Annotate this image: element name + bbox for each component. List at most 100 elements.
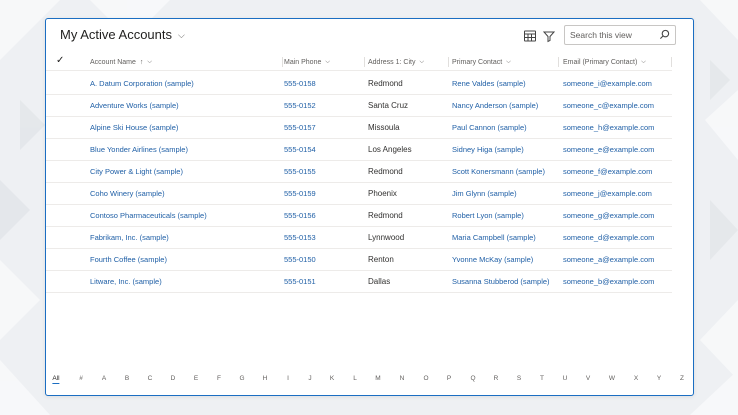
email-link[interactable]: someone_f@example.com <box>563 160 652 182</box>
primary-contact-link[interactable]: Scott Konersmann (sample) <box>452 160 545 182</box>
jump-letter[interactable]: H <box>263 375 268 382</box>
primary-contact-link[interactable]: Maria Campbell (sample) <box>452 226 536 248</box>
table-row[interactable]: Coho Winery (sample) 555-0159 Phoenix Ji… <box>46 182 672 205</box>
chevron-down-icon: ⌵ <box>325 58 330 65</box>
table-row[interactable]: City Power & Light (sample) 555-0155 Red… <box>46 160 672 183</box>
table-row[interactable]: Alpine Ski House (sample) 555-0157 Misso… <box>46 116 672 139</box>
email-link[interactable]: someone_e@example.com <box>563 138 654 160</box>
email-link[interactable]: someone_c@example.com <box>563 94 654 116</box>
primary-contact-link[interactable]: Sidney Higa (sample) <box>452 138 524 160</box>
column-header-primary-contact[interactable]: Primary Contact ⌵ <box>452 54 559 70</box>
column-header-email[interactable]: Email (Primary Contact) ⌵ <box>563 54 672 70</box>
city-value: Dallas <box>368 276 391 286</box>
select-all-checkmark-icon[interactable]: ✓ <box>56 55 64 66</box>
email-link[interactable]: someone_i@example.com <box>563 72 652 94</box>
main-phone-link[interactable]: 555-0150 <box>284 248 316 270</box>
primary-contact-link[interactable]: Yvonne McKay (sample) <box>452 248 533 270</box>
jump-letter[interactable]: D <box>171 375 176 382</box>
primary-contact-link[interactable]: Paul Cannon (sample) <box>452 116 527 138</box>
jump-letter[interactable]: S <box>517 375 521 382</box>
jump-letter[interactable]: Y <box>657 375 661 382</box>
email-link[interactable]: someone_d@example.com <box>563 226 654 248</box>
jump-letter[interactable]: W <box>609 375 615 382</box>
main-phone-link[interactable]: 555-0151 <box>284 270 316 292</box>
jump-letter[interactable]: Q <box>470 375 475 382</box>
chevron-down-icon: ⌵ <box>506 58 511 65</box>
jump-letter[interactable]: M <box>375 375 380 382</box>
table-row[interactable]: Blue Yonder Airlines (sample) 555-0154 L… <box>46 138 672 161</box>
search-input[interactable] <box>568 29 660 41</box>
column-header-account-name[interactable]: Account Name ↑ ⌵ <box>90 54 283 70</box>
jump-letter[interactable]: C <box>148 375 153 382</box>
email-link[interactable]: someone_b@example.com <box>563 270 654 292</box>
jump-letter[interactable]: U <box>563 375 568 382</box>
filter-icon[interactable] <box>542 29 556 43</box>
account-name-link[interactable]: Alpine Ski House (sample) <box>90 116 178 138</box>
table-row[interactable]: Adventure Works (sample) 555-0152 Santa … <box>46 94 672 117</box>
jump-letter[interactable]: P <box>447 375 451 382</box>
jump-letter[interactable]: F <box>217 375 221 382</box>
email-link[interactable]: someone_j@example.com <box>563 182 652 204</box>
account-name-link[interactable]: Litware, Inc. (sample) <box>90 270 162 292</box>
account-name-link[interactable]: Coho Winery (sample) <box>90 182 165 204</box>
account-name-link[interactable]: Contoso Pharmaceuticals (sample) <box>90 204 207 226</box>
jump-letter[interactable]: O <box>423 375 428 382</box>
alphabet-jump-bar: All # A B C D E F G H I J K L M N O P Q … <box>46 375 693 389</box>
chevron-down-icon: ⌵ <box>178 30 185 40</box>
jump-letter[interactable]: A <box>102 375 106 382</box>
account-name-link[interactable]: Fabrikam, Inc. (sample) <box>90 226 169 248</box>
column-header-city[interactable]: Address 1: City ⌵ <box>368 54 449 70</box>
primary-contact-link[interactable]: Robert Lyon (sample) <box>452 204 524 226</box>
account-name-link[interactable]: Adventure Works (sample) <box>90 94 179 116</box>
city-value: Phoenix <box>368 188 397 198</box>
search-box[interactable] <box>564 25 676 45</box>
main-phone-link[interactable]: 555-0153 <box>284 226 316 248</box>
jump-letter[interactable]: J <box>308 375 311 382</box>
primary-contact-link[interactable]: Jim Glynn (sample) <box>452 182 517 204</box>
main-phone-link[interactable]: 555-0154 <box>284 138 316 160</box>
jump-letter[interactable]: T <box>540 375 544 382</box>
jump-letter[interactable]: I <box>287 375 289 382</box>
table-row[interactable]: Contoso Pharmaceuticals (sample) 555-015… <box>46 204 672 227</box>
primary-contact-link[interactable]: Susanna Stubberod (sample) <box>452 270 550 292</box>
primary-contact-link[interactable]: Rene Valdes (sample) <box>452 72 526 94</box>
main-phone-link[interactable]: 555-0158 <box>284 72 316 94</box>
jump-letter[interactable]: B <box>125 375 129 382</box>
jump-letter[interactable]: Z <box>680 375 684 382</box>
city-value: Missoula <box>368 122 400 132</box>
account-name-link[interactable]: Fourth Coffee (sample) <box>90 248 167 270</box>
table-row[interactable]: Fabrikam, Inc. (sample) 555-0153 Lynnwoo… <box>46 226 672 249</box>
primary-contact-link[interactable]: Nancy Anderson (sample) <box>452 94 538 116</box>
view-selector[interactable]: My Active Accounts ⌵ <box>60 27 185 42</box>
jump-letter[interactable]: R <box>494 375 499 382</box>
jump-letter[interactable]: L <box>353 375 357 382</box>
account-name-link[interactable]: Blue Yonder Airlines (sample) <box>90 138 188 160</box>
jump-letter[interactable]: V <box>586 375 590 382</box>
chevron-down-icon: ⌵ <box>419 58 425 65</box>
email-link[interactable]: someone_g@example.com <box>563 204 654 226</box>
jump-letter[interactable]: # <box>79 375 83 382</box>
main-phone-link[interactable]: 555-0159 <box>284 182 316 204</box>
column-header-label: Primary Contact <box>452 58 503 66</box>
city-value: Santa Cruz <box>368 100 409 110</box>
jump-letter[interactable]: N <box>400 375 405 382</box>
account-name-link[interactable]: A. Datum Corporation (sample) <box>90 72 194 94</box>
jump-letter[interactable]: K <box>330 375 334 382</box>
jump-letter[interactable]: X <box>634 375 638 382</box>
table-row[interactable]: Fourth Coffee (sample) 555-0150 Renton Y… <box>46 248 672 271</box>
email-link[interactable]: someone_h@example.com <box>563 116 654 138</box>
jump-letter[interactable]: G <box>239 375 244 382</box>
account-name-link[interactable]: City Power & Light (sample) <box>90 160 183 182</box>
main-phone-link[interactable]: 555-0155 <box>284 160 316 182</box>
search-icon[interactable] <box>659 29 670 40</box>
main-phone-link[interactable]: 555-0156 <box>284 204 316 226</box>
jump-letter[interactable]: E <box>194 375 198 382</box>
table-row[interactable]: A. Datum Corporation (sample) 555-0158 R… <box>46 72 672 95</box>
jump-letter-all[interactable]: All <box>52 375 60 384</box>
column-header-main-phone[interactable]: Main Phone ⌵ <box>284 54 365 70</box>
table-row[interactable]: Litware, Inc. (sample) 555-0151 Dallas S… <box>46 270 672 293</box>
edit-columns-icon[interactable] <box>523 29 537 43</box>
main-phone-link[interactable]: 555-0157 <box>284 116 316 138</box>
main-phone-link[interactable]: 555-0152 <box>284 94 316 116</box>
email-link[interactable]: someone_a@example.com <box>563 248 654 270</box>
